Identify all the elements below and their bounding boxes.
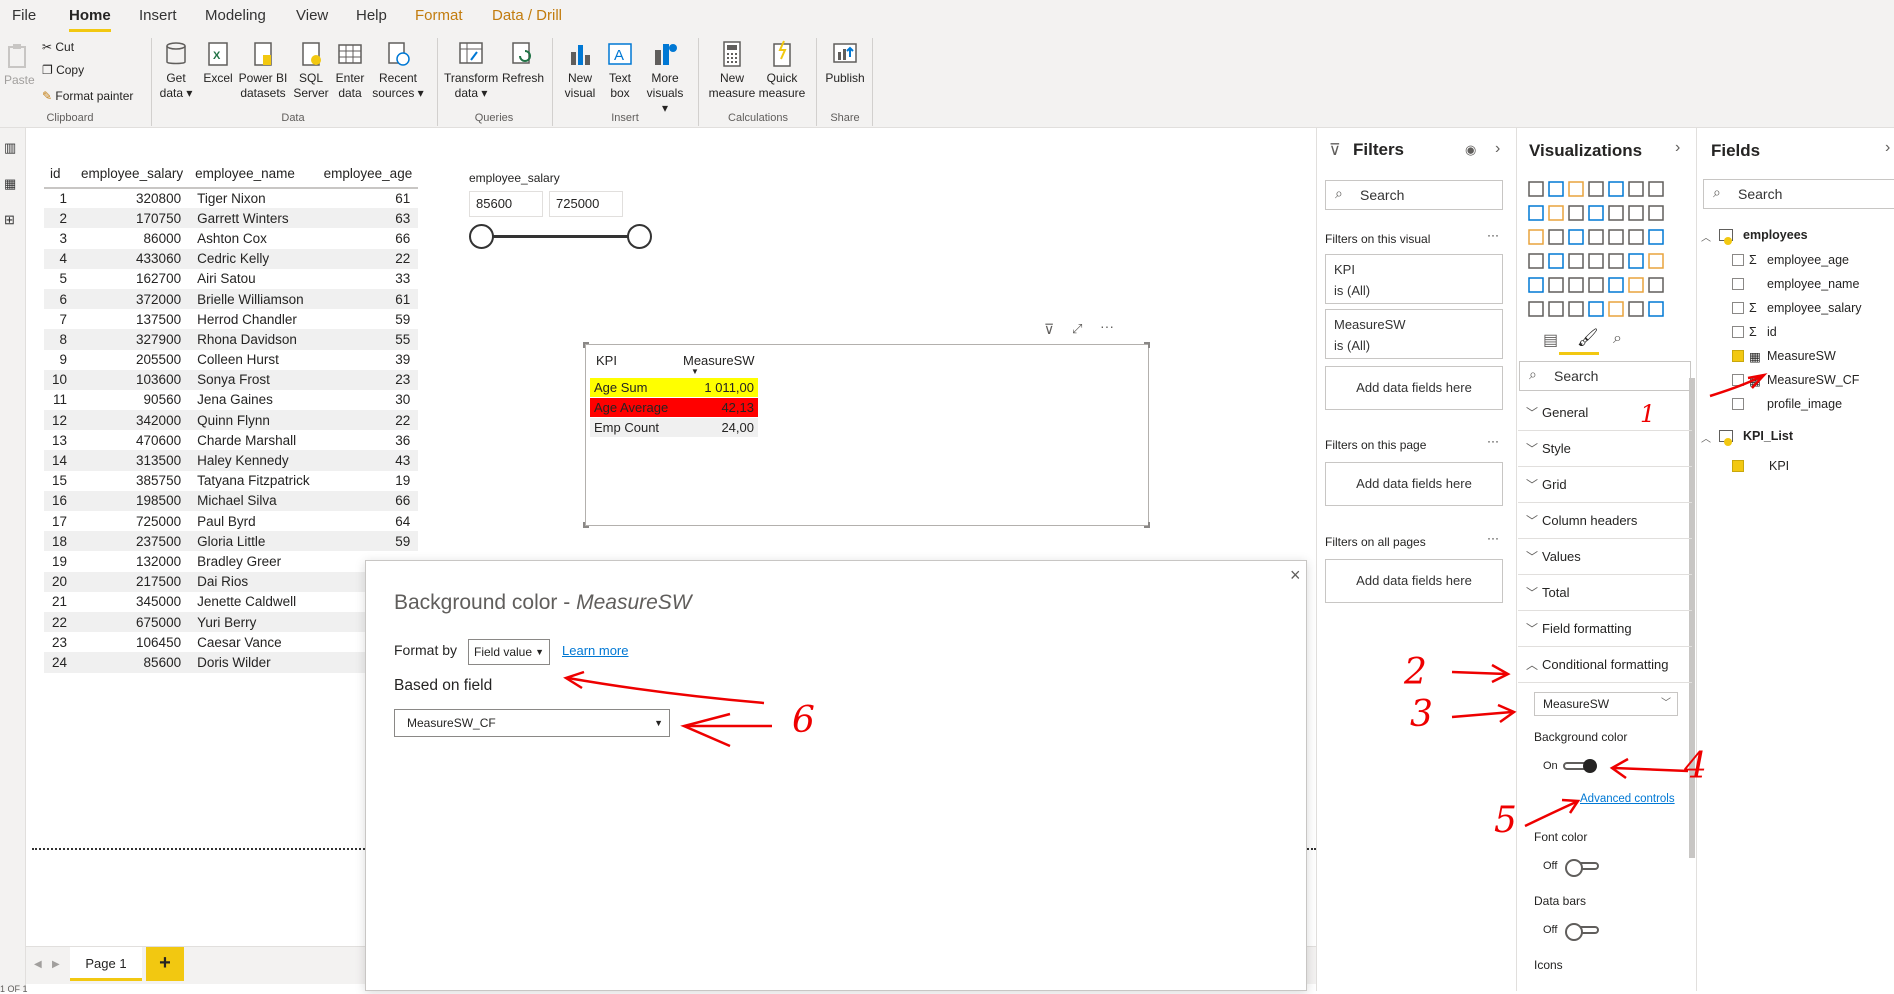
annotation-2: 2 (1404, 652, 1427, 693)
annotation-3: 3 (1410, 694, 1433, 735)
annotation-4: 4 (1684, 746, 1707, 787)
annotation-arrows (563, 373, 1768, 828)
annotation-6: 6 (792, 700, 815, 741)
annotation-5: 5 (1494, 800, 1517, 841)
annotation-1: 1 (1640, 400, 1656, 428)
